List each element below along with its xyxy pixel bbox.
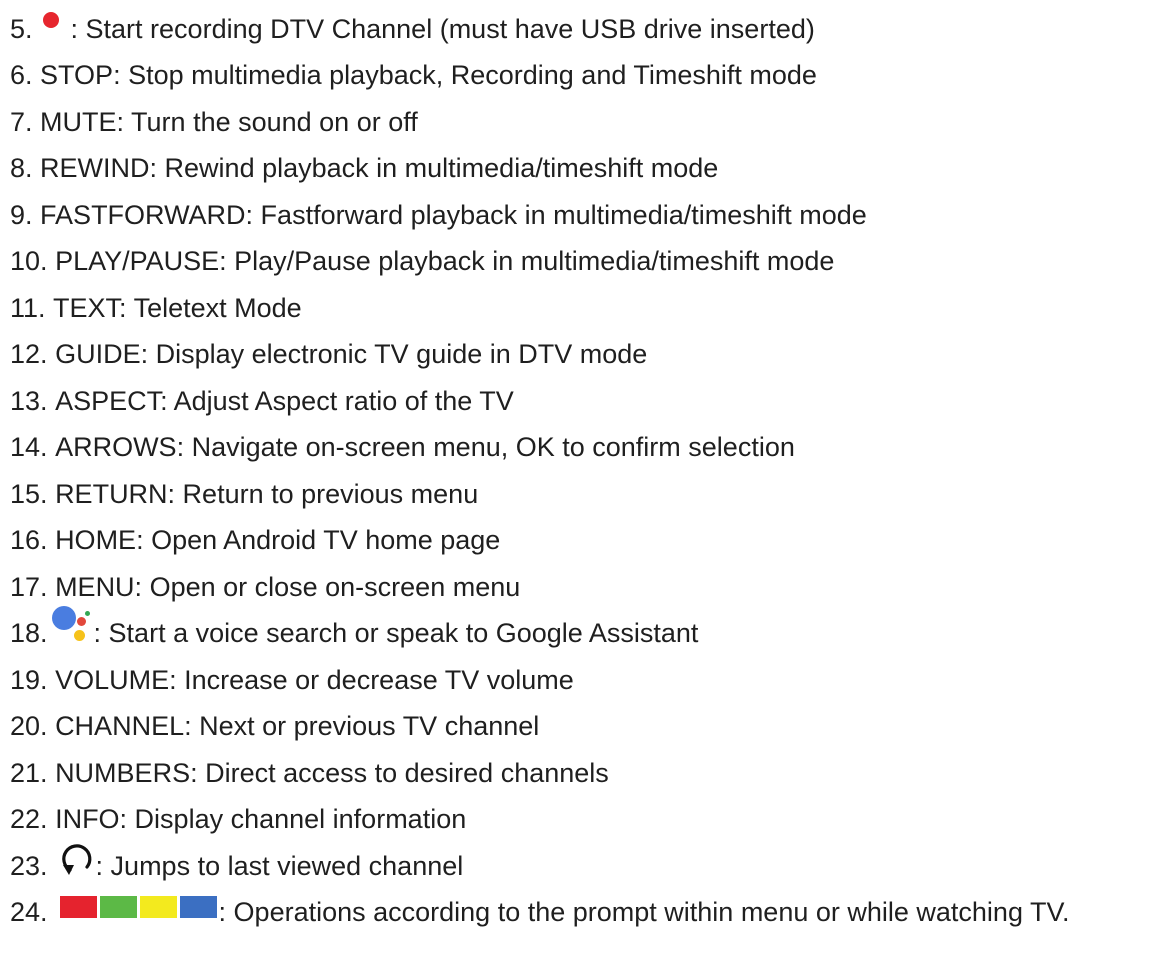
item-text: MENU: Open or close on-screen menu <box>55 571 521 602</box>
item-text: ASPECT: Adjust Aspect ratio of the TV <box>55 385 514 416</box>
list-item: 20. CHANNEL: Next or previous TV channel <box>10 704 1160 751</box>
item-text: : Start a voice search or speak to Googl… <box>93 618 699 649</box>
item-text: CHANNEL: Next or previous TV channel <box>55 711 540 742</box>
item-text: PLAY/PAUSE: Play/Pause playback in multi… <box>55 246 835 277</box>
item-text: GUIDE: Display electronic TV guide in DT… <box>55 339 648 370</box>
list-item: 6. STOP: Stop multimedia playback, Recor… <box>10 53 1160 100</box>
google-assistant-icon <box>51 604 92 644</box>
list-item: 11. TEXT: Teletext Mode <box>10 285 1160 332</box>
item-text: TEXT: Teletext Mode <box>53 292 302 323</box>
item-number: 14. <box>10 432 48 463</box>
item-number: 16. <box>10 525 48 556</box>
list-item: 15. RETURN: Return to previous menu <box>10 471 1160 518</box>
list-item: 14. ARROWS: Navigate on-screen menu, OK … <box>10 425 1160 472</box>
list-item: 8. REWIND: Rewind playback in multimedia… <box>10 146 1160 193</box>
list-item: 24. : Operations according to the prompt… <box>10 890 1160 937</box>
list-item: 22. INFO: Display channel information <box>10 797 1160 844</box>
item-number: 19. <box>10 664 48 695</box>
item-number: 13. <box>10 385 48 416</box>
list-item: 19. VOLUME: Increase or decrease TV volu… <box>10 657 1160 704</box>
item-number: 18. <box>10 618 48 649</box>
item-number: 6. <box>10 60 33 91</box>
item-text: FASTFORWARD: Fastforward playback in mul… <box>40 199 867 230</box>
red-button-swatch <box>59 895 97 918</box>
item-number: 12. <box>10 339 48 370</box>
item-text: ARROWS: Navigate on-screen menu, OK to c… <box>55 432 795 463</box>
item-text: RETURN: Return to previous menu <box>55 478 479 509</box>
item-text: MUTE: Turn the sound on or off <box>40 106 418 137</box>
list-item: 5. : Start recording DTV Channel (must h… <box>10 6 1160 53</box>
item-number: 23. <box>10 850 48 881</box>
list-item: 10. PLAY/PAUSE: Play/Pause playback in m… <box>10 239 1160 286</box>
list-item: 16. HOME: Open Android TV home page <box>10 518 1160 565</box>
list-item: 18. : Start a voice search or speak to G… <box>10 605 1160 658</box>
item-number: 7. <box>10 106 33 137</box>
list-item: 12. GUIDE: Display electronic TV guide i… <box>10 332 1160 379</box>
item-text: : Operations according to the prompt wit… <box>218 897 1070 928</box>
item-number: 17. <box>10 571 48 602</box>
item-text: NUMBERS: Direct access to desired channe… <box>55 757 609 788</box>
yellow-button-swatch <box>139 895 177 918</box>
button-description-list: 5. : Start recording DTV Channel (must h… <box>10 6 1160 936</box>
item-text: STOP: Stop multimedia playback, Recordin… <box>40 60 817 91</box>
last-channel-icon <box>60 843 94 877</box>
green-button-swatch <box>99 895 137 918</box>
item-text: REWIND: Rewind playback in multimedia/ti… <box>40 153 719 184</box>
item-number: 9. <box>10 199 33 230</box>
item-text: : Jumps to last viewed channel <box>95 850 464 881</box>
item-number: 5. <box>10 13 33 44</box>
list-item: 13. ASPECT: Adjust Aspect ratio of the T… <box>10 378 1160 425</box>
item-text: : Start recording DTV Channel (must have… <box>70 13 815 44</box>
item-number: 8. <box>10 153 33 184</box>
item-number: 15. <box>10 478 48 509</box>
item-number: 20. <box>10 711 48 742</box>
item-text: VOLUME: Increase or decrease TV volume <box>55 664 574 695</box>
list-item: 21. NUMBERS: Direct access to desired ch… <box>10 750 1160 797</box>
item-number: 11. <box>10 292 46 323</box>
item-number: 21. <box>10 757 48 788</box>
color-buttons-icon <box>59 895 217 918</box>
list-item: 7. MUTE: Turn the sound on or off <box>10 99 1160 146</box>
item-number: 22. <box>10 804 48 835</box>
blue-button-swatch <box>179 895 217 918</box>
item-text: INFO: Display channel information <box>55 804 467 835</box>
item-number: 10. <box>10 246 48 277</box>
item-number: 24. <box>10 897 48 928</box>
list-item: 17. MENU: Open or close on-screen menu <box>10 564 1160 611</box>
item-text: HOME: Open Android TV home page <box>55 525 501 556</box>
list-item: 23. : Jumps to last viewed channel <box>10 843 1160 890</box>
list-item: 9. FASTFORWARD: Fastforward playback in … <box>10 192 1160 239</box>
record-dot-icon <box>42 12 59 29</box>
